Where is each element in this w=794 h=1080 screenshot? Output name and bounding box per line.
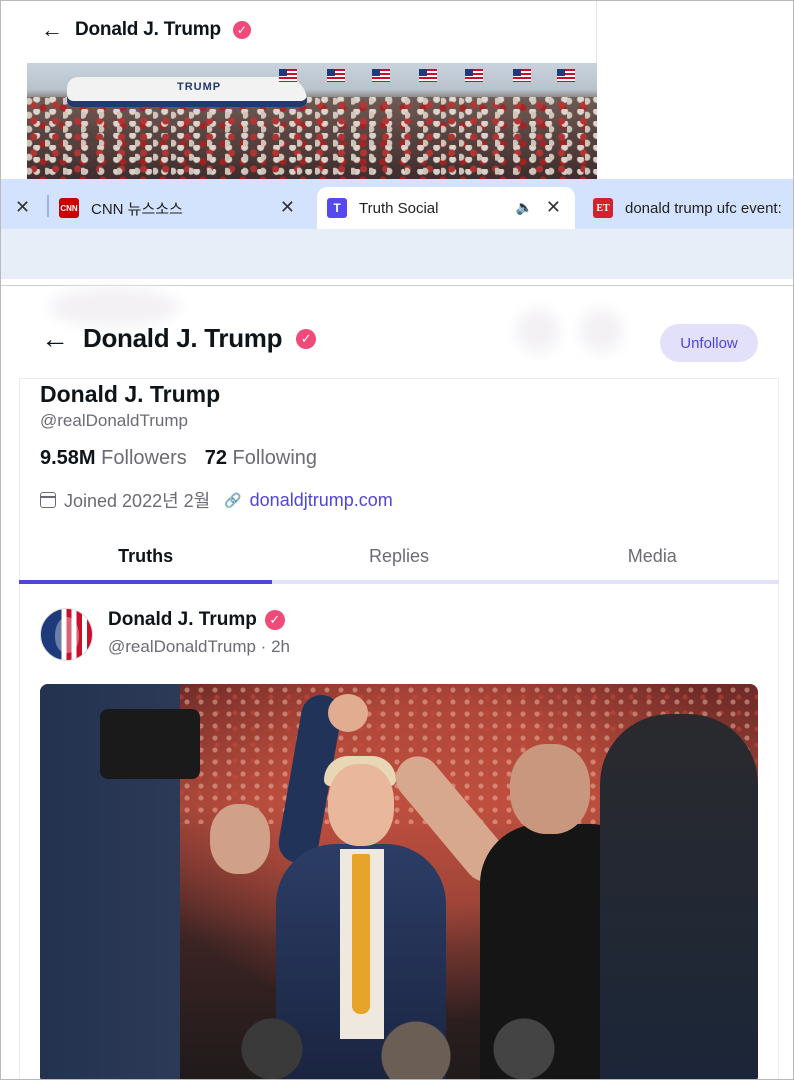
post-meta: @realDonaldTrump · 2h [108, 637, 290, 656]
banner-plane-text: TRUMP [177, 81, 222, 93]
profile-handle: @realDonaldTrump [40, 411, 188, 430]
following-link[interactable]: 72 Following [205, 447, 317, 470]
following-label: Following [232, 447, 318, 469]
media-figure [352, 854, 370, 1014]
followers-link[interactable]: 9.58M Followers [40, 447, 187, 470]
browser-tab-strip: ✕ CNN CNN 뉴스소스 ✕ T Truth Social 🔈 ✕ ET d… [1, 179, 793, 229]
truth-social-favicon-icon: T [327, 198, 347, 218]
followers-label: Followers [101, 447, 187, 469]
flag-icon [465, 69, 483, 82]
tab-et[interactable]: ET donald trump ufc event: [593, 187, 793, 229]
tab-media[interactable]: Media [526, 532, 779, 580]
verified-badge-icon: ✓ [232, 21, 251, 39]
speaker-icon[interactable]: 🔈 [516, 199, 533, 216]
tab-cnn[interactable]: CNN CNN 뉴스소스 ✕ [59, 187, 309, 229]
profile-tabs: Truths Replies Media [19, 532, 779, 584]
profile-banner-image: TRUMP [27, 63, 597, 183]
background-header: ← Donald J. Trump ✓ [41, 19, 251, 41]
media-figure [510, 744, 590, 834]
flag-icon [557, 69, 575, 82]
tab-replies[interactable]: Replies [272, 532, 525, 580]
et-favicon-icon: ET [593, 198, 613, 218]
close-tab-icon[interactable]: ✕ [546, 197, 561, 218]
flag-icon [419, 69, 437, 82]
flag-icon [372, 69, 390, 82]
profile-name: Donald J. Trump [40, 381, 221, 407]
close-tab-icon[interactable]: ✕ [15, 197, 30, 218]
banner-crowd [27, 97, 597, 183]
link-icon: 🔗 [224, 491, 242, 508]
profile-header: ← Donald J. Trump ✓ [41, 323, 317, 354]
media-camera [100, 709, 200, 779]
joined-date: Joined 2022년 2월 [64, 491, 211, 511]
unfollow-button[interactable]: Unfollow [660, 324, 758, 362]
cnn-favicon-icon: CNN [59, 198, 79, 218]
back-arrow-icon[interactable]: ← [41, 19, 63, 41]
profile-meta: Joined 2022년 2월 🔗 donaldjtrump.com [40, 487, 393, 513]
browser-toolbar [1, 229, 793, 279]
post-author[interactable]: Donald J. Trump ✓ [108, 609, 285, 631]
media-figure [328, 694, 368, 732]
truth-post[interactable]: Donald J. Trump ✓ @realDonaldTrump · 2h [19, 584, 779, 1079]
profile-page: ← Donald J. Trump ✓ Unfollow Donald J. T… [1, 287, 793, 1079]
background-page: ← Donald J. Trump ✓ TRUMP [1, 1, 597, 183]
close-tab-icon[interactable]: ✕ [280, 197, 295, 218]
flag-icon [327, 69, 345, 82]
post-author-name: Donald J. Trump [108, 609, 257, 630]
tab-title: Truth Social [359, 199, 439, 217]
back-arrow-icon[interactable]: ← [41, 324, 69, 353]
profile-stats: 9.58M Followers 72 Following [40, 447, 317, 470]
verified-badge-icon: ✓ [264, 610, 285, 630]
website-link[interactable]: donaldjtrump.com [250, 490, 393, 511]
media-figure [328, 764, 394, 846]
media-figure [200, 1014, 560, 1079]
calendar-icon [40, 492, 56, 508]
media-figure [210, 804, 270, 874]
browser-window: ← Donald J. Trump ✓ TRUMP ✕ CNN CNN 뉴스소스… [0, 0, 794, 1080]
flag-icon [513, 69, 531, 82]
tab-truths[interactable]: Truths [19, 532, 273, 584]
following-count: 72 [204, 447, 227, 469]
background-page-title: Donald J. Trump [75, 19, 221, 40]
faded-overlay [49, 287, 179, 327]
tab-title: donald trump ufc event: [625, 199, 782, 217]
verified-badge-icon: ✓ [296, 328, 317, 349]
tab-title: CNN 뉴스소스 [91, 200, 183, 218]
tab-truth-social[interactable]: T Truth Social 🔈 ✕ [317, 187, 575, 229]
faded-overlay [579, 309, 623, 353]
post-media-image[interactable] [40, 684, 758, 1079]
tab-separator [47, 195, 49, 217]
page-title: Donald J. Trump [83, 323, 283, 353]
faded-overlay [516, 309, 560, 353]
flag-icon [279, 69, 297, 82]
toolbar-divider [1, 285, 793, 286]
avatar[interactable] [40, 608, 93, 661]
followers-count: 9.58M [40, 447, 96, 469]
media-figure [600, 714, 758, 1079]
